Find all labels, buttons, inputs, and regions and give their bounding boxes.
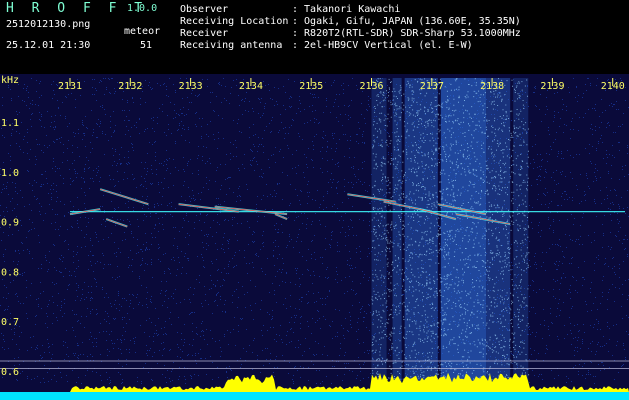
info-value: : Ogaki, Gifu, JAPAN (136.60E, 35.35N) bbox=[292, 16, 521, 27]
y-tick-label: 1.1 bbox=[1, 118, 19, 129]
interference-band bbox=[513, 78, 529, 382]
x-tick-label: 2135 bbox=[299, 81, 323, 92]
info-label: Observer bbox=[180, 4, 229, 15]
x-tick-label: 2136 bbox=[360, 81, 384, 92]
y-tick-label: 1.0 bbox=[1, 168, 19, 179]
info-value: : 2el-HB9CV Vertical (el. E-W) bbox=[292, 40, 473, 51]
y-tick-label: 0.8 bbox=[1, 267, 19, 278]
x-tick-label: 2140 bbox=[601, 81, 625, 92]
vertical-band-layer bbox=[371, 78, 530, 383]
x-tick-label: 2139 bbox=[540, 81, 564, 92]
spectrogram-canvas: kHz 2131 2132 2133 2134 2135 2136 2137 2138 2139 2… bbox=[0, 75, 629, 400]
info-row-location: Receiving Location: Ogaki, Gifu, JAPAN (… bbox=[180, 16, 521, 27]
x-tick-label: 2137 bbox=[420, 81, 444, 92]
meteor-count: 51 bbox=[140, 40, 153, 51]
x-tick-label: 2131 bbox=[58, 81, 82, 92]
axis-label-layer: kHz 2131 2132 2133 2134 2135 2136 2137 2138 2139 2… bbox=[1, 75, 625, 378]
x-tick-label: 2133 bbox=[179, 81, 203, 92]
noise-speckles bbox=[0, 78, 629, 384]
info-value: : R820T2(RTL-SDR) SDR-Sharp 53.1000MHz bbox=[292, 28, 521, 39]
info-label: Receiving antenna bbox=[180, 40, 283, 51]
interference-band bbox=[486, 78, 511, 382]
y-tick-label: 0.6 bbox=[1, 367, 19, 378]
x-tick-label: 2132 bbox=[118, 81, 142, 92]
x-tick-label: 2134 bbox=[239, 81, 263, 92]
meteor-echo-core bbox=[106, 218, 128, 227]
header-panel: H R O F F T 1.0.0 2512012130.png meteor … bbox=[0, 0, 629, 74]
y-tick-label: 0.9 bbox=[1, 218, 19, 229]
meteor-echo-core bbox=[100, 188, 149, 205]
spectrogram-panel: kHz 2131 2132 2133 2134 2135 2136 2137 2138 2139 2… bbox=[0, 74, 629, 400]
meteor-label: meteor bbox=[124, 26, 161, 37]
info-row-antenna: Receiving antenna : 2el-HB9CV Vertical (e… bbox=[180, 40, 473, 51]
activity-layer bbox=[0, 372, 629, 400]
y-tick-label: 0.7 bbox=[1, 317, 19, 328]
y-axis-unit: kHz bbox=[1, 75, 19, 86]
info-label: Receiver bbox=[180, 28, 229, 39]
activity-baseline bbox=[0, 392, 629, 400]
info-label: Receiving Location bbox=[180, 16, 289, 27]
file-name: 2512012130.png bbox=[6, 19, 91, 30]
app-version: 1.0.0 bbox=[127, 3, 158, 14]
grid-layer bbox=[0, 78, 629, 370]
info-value: : Takanori Kawachi bbox=[292, 4, 401, 15]
date-time: 25.12.01 21:30 bbox=[6, 40, 91, 51]
info-row-observer: Observer : Takanori Kawachi bbox=[180, 4, 400, 15]
info-row-receiver: Receiver : R820T2(RTL-SDR) SDR-Sharp 53.1… bbox=[180, 28, 521, 39]
noise-layer bbox=[0, 78, 629, 384]
x-tick-label: 2138 bbox=[480, 81, 504, 92]
interference-band bbox=[440, 78, 487, 382]
interference-band bbox=[392, 78, 402, 382]
app-title: H R O F F T bbox=[6, 1, 148, 16]
